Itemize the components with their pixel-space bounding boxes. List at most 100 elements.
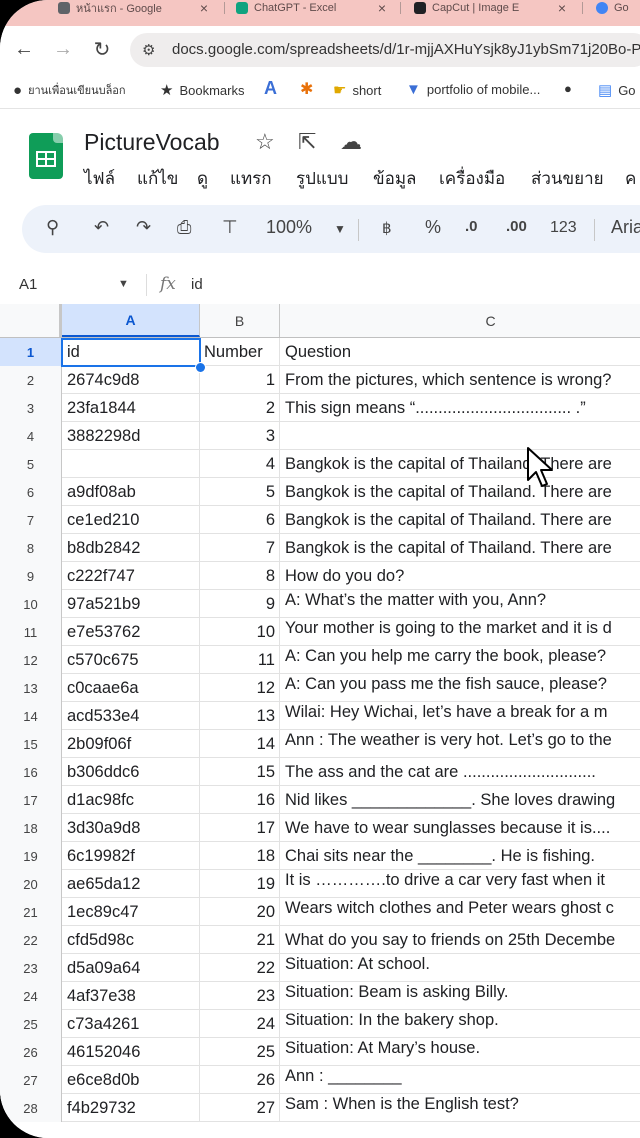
- currency-icon[interactable]: ฿: [382, 219, 392, 237]
- row-header[interactable]: 24: [0, 982, 62, 1010]
- cell-number[interactable]: 3: [200, 422, 280, 450]
- bookmark-folder[interactable]: ★ Bookmarks: [160, 81, 244, 99]
- back-arrow-icon[interactable]: ←: [11, 36, 37, 62]
- row-header[interactable]: 16: [0, 758, 62, 786]
- row-header[interactable]: 22: [0, 926, 62, 954]
- chevron-down-icon[interactable]: ▼: [118, 278, 129, 290]
- cell-question[interactable]: Bangkok is the capital of Thailand. Ther…: [280, 478, 640, 506]
- row-header[interactable]: 5: [0, 450, 62, 478]
- cell-question[interactable]: Situation: Beam is asking Billy.: [280, 982, 640, 1010]
- row-header[interactable]: 21: [0, 898, 62, 926]
- browser-tab-google[interactable]: หน้าแรก - Google ×: [58, 0, 208, 16]
- name-box[interactable]: A1: [19, 276, 37, 293]
- row-header[interactable]: 14: [0, 702, 62, 730]
- cell-id[interactable]: f4b29732: [62, 1094, 200, 1122]
- bookmark-item[interactable]: ▤ Go: [598, 81, 636, 99]
- github-icon[interactable]: ●: [564, 81, 572, 96]
- cell-question[interactable]: Sam : When is the English test?: [280, 1094, 640, 1122]
- cell-question[interactable]: Ann : ________: [280, 1066, 640, 1094]
- column-header-c[interactable]: C: [280, 304, 640, 337]
- row-header[interactable]: 23: [0, 954, 62, 982]
- cell-id[interactable]: d1ac98fc: [62, 786, 200, 814]
- cell-number[interactable]: 20: [200, 898, 280, 926]
- row-header[interactable]: 12: [0, 646, 62, 674]
- cell-number[interactable]: 2: [200, 394, 280, 422]
- row-header[interactable]: 1: [0, 338, 62, 366]
- forward-arrow-icon[interactable]: →: [50, 36, 76, 62]
- cell-id[interactable]: b8db2842: [62, 534, 200, 562]
- cell-id[interactable]: 2b09f06f: [62, 730, 200, 758]
- cell-id[interactable]: 6c19982f: [62, 842, 200, 870]
- close-icon[interactable]: ×: [378, 0, 386, 16]
- cell-question[interactable]: How do you do?: [280, 562, 640, 590]
- cell-question[interactable]: Your mother is going to the market and i…: [280, 618, 640, 646]
- search-icon[interactable]: ⚲: [46, 217, 59, 238]
- row-header[interactable]: 3: [0, 394, 62, 422]
- close-icon[interactable]: ×: [558, 0, 566, 16]
- font-select[interactable]: Aria: [611, 217, 640, 238]
- print-icon[interactable]: ⎙: [177, 217, 191, 238]
- cell-number[interactable]: 23: [200, 982, 280, 1010]
- menu-file[interactable]: ไฟล์: [84, 165, 115, 192]
- menu-format[interactable]: รูปแบบ: [296, 165, 348, 192]
- undo-icon[interactable]: ↶: [94, 217, 109, 238]
- cell-id[interactable]: c222f747: [62, 562, 200, 590]
- row-header[interactable]: 27: [0, 1066, 62, 1094]
- fill-handle[interactable]: [195, 362, 206, 373]
- font-a-icon[interactable]: A: [264, 78, 277, 99]
- percent-format-button[interactable]: %: [425, 217, 441, 238]
- redo-icon[interactable]: ↷: [136, 217, 151, 238]
- cell-number[interactable]: 1: [200, 366, 280, 394]
- cell-question[interactable]: This sign means “.......................…: [280, 394, 640, 422]
- chevron-down-icon[interactable]: ▼: [334, 222, 346, 236]
- cell-number[interactable]: 12: [200, 674, 280, 702]
- cell-question[interactable]: Situation: At school.: [280, 954, 640, 982]
- cell-id[interactable]: 4af37e38: [62, 982, 200, 1010]
- cell-id[interactable]: acd533e4: [62, 702, 200, 730]
- cell-number[interactable]: 16: [200, 786, 280, 814]
- cell-id[interactable]: b306ddc6: [62, 758, 200, 786]
- address-bar[interactable]: ⚙ docs.google.com/spreadsheets/d/1r-mjjA…: [130, 33, 640, 67]
- cell-number[interactable]: 9: [200, 590, 280, 618]
- bookmark-item[interactable]: ☛ short: [333, 81, 381, 99]
- cell-question[interactable]: A: Can you pass me the fish sauce, pleas…: [280, 674, 640, 702]
- cell-question[interactable]: A: Can you help me carry the book, pleas…: [280, 646, 640, 674]
- formula-input[interactable]: id: [191, 276, 203, 293]
- row-header[interactable]: 25: [0, 1010, 62, 1038]
- site-settings-icon[interactable]: ⚙: [142, 41, 155, 59]
- document-title[interactable]: PictureVocab: [84, 129, 220, 156]
- cell-id[interactable]: id: [62, 338, 200, 366]
- star-icon[interactable]: ☆: [255, 129, 275, 155]
- browser-tab-capcut[interactable]: CapCut | Image E ×: [414, 0, 566, 16]
- row-header[interactable]: 6: [0, 478, 62, 506]
- cell-number[interactable]: 24: [200, 1010, 280, 1038]
- row-header[interactable]: 28: [0, 1094, 62, 1122]
- cell-question[interactable]: Ann : The weather is very hot. Let’s go …: [280, 730, 640, 758]
- cell-number[interactable]: 27: [200, 1094, 280, 1122]
- cell-question[interactable]: We have to wear sunglasses because it is…: [280, 814, 640, 842]
- pinwheel-icon[interactable]: ✱: [300, 79, 313, 99]
- cell-number[interactable]: Number: [200, 338, 280, 366]
- row-header[interactable]: 17: [0, 786, 62, 814]
- cell-number[interactable]: 15: [200, 758, 280, 786]
- cell-number[interactable]: 19: [200, 870, 280, 898]
- number-format-button[interactable]: 123: [550, 219, 577, 237]
- row-header[interactable]: 8: [0, 534, 62, 562]
- cell-number[interactable]: 4: [200, 450, 280, 478]
- cell-number[interactable]: 7: [200, 534, 280, 562]
- cell-number[interactable]: 8: [200, 562, 280, 590]
- menu-extensions[interactable]: ส่วนขยาย: [531, 165, 604, 192]
- reload-icon[interactable]: ↻: [89, 36, 115, 62]
- row-header[interactable]: 2: [0, 366, 62, 394]
- cell-question[interactable]: Situation: In the bakery shop.: [280, 1010, 640, 1038]
- cell-number[interactable]: 26: [200, 1066, 280, 1094]
- cell-id[interactable]: d5a09a64: [62, 954, 200, 982]
- row-header[interactable]: 13: [0, 674, 62, 702]
- cell-question[interactable]: Bangkok is the capital of Thailand. Ther…: [280, 534, 640, 562]
- cell-id[interactable]: [62, 450, 200, 478]
- menu-view[interactable]: ดู: [197, 165, 208, 192]
- bookmark-item[interactable]: ● ยานเพื่อนเขียนบล็อก: [13, 81, 126, 99]
- menu-edit[interactable]: แก้ไข: [137, 165, 178, 192]
- cell-question[interactable]: It is ………….to drive a car very fast when…: [280, 870, 640, 898]
- cell-id[interactable]: 46152046: [62, 1038, 200, 1066]
